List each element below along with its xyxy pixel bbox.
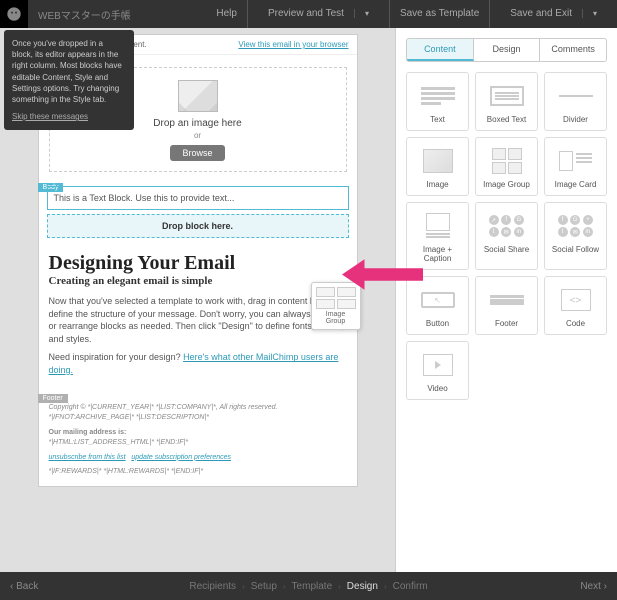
- chevron-down-icon: ▾: [354, 9, 379, 18]
- block-footer[interactable]: Footer: [475, 276, 538, 335]
- email-heading: Designing Your Email: [49, 252, 347, 275]
- block-image[interactable]: Image: [406, 137, 469, 196]
- view-in-browser-link[interactable]: View this email in your browser: [238, 40, 348, 49]
- document-title: WEBマスターの手帳: [28, 7, 131, 22]
- browse-button[interactable]: Browse: [170, 145, 224, 161]
- mailchimp-logo[interactable]: [0, 0, 28, 28]
- top-bar: WEBマスターの手帳 Help Preview and Test▾ Save a…: [0, 0, 617, 28]
- footer-block[interactable]: Copyright © *|CURRENT_YEAR|* *|LIST:COMP…: [39, 395, 357, 486]
- monkey-icon: [6, 6, 22, 22]
- skip-messages-link[interactable]: Skip these messages: [12, 111, 126, 122]
- step-design[interactable]: Design: [347, 581, 378, 592]
- blocks-palette: Text Boxed Text Divider Image Image Grou…: [406, 72, 607, 400]
- text-block[interactable]: This is a Text Block. Use this to provid…: [47, 186, 349, 210]
- block-social-share[interactable]: ↗fGt✉inSocial Share: [475, 202, 538, 270]
- tab-design[interactable]: Design: [474, 39, 541, 61]
- save-template-link[interactable]: Save as Template: [389, 0, 489, 28]
- image-placeholder-icon: [178, 80, 218, 112]
- next-button[interactable]: Next ›: [580, 581, 607, 592]
- panel-tabs: Content Design Comments: [406, 38, 607, 62]
- content-block[interactable]: Designing Your Email Creating an elegant…: [39, 242, 357, 395]
- tab-comments[interactable]: Comments: [540, 39, 606, 61]
- tab-content[interactable]: Content: [407, 39, 474, 61]
- preview-test-menu[interactable]: Preview and Test▾: [247, 0, 389, 28]
- chevron-down-icon: ▾: [582, 9, 607, 18]
- block-divider[interactable]: Divider: [544, 72, 607, 131]
- drop-zone[interactable]: Drop block here.: [47, 214, 349, 238]
- wizard-steps: Recipients› Setup› Template› Design› Con…: [189, 581, 427, 592]
- instruction-arrow-icon: [335, 252, 430, 300]
- block-video[interactable]: Video: [406, 341, 469, 400]
- email-subheading: Creating an elegant email is simple: [49, 275, 347, 287]
- onboarding-tooltip: Once you've dropped in a block, its edit…: [4, 30, 134, 130]
- block-text[interactable]: Text: [406, 72, 469, 131]
- step-template[interactable]: Template: [292, 581, 333, 592]
- editor-panel: Content Design Comments Text Boxed Text …: [395, 28, 617, 572]
- block-boxed-text[interactable]: Boxed Text: [475, 72, 538, 131]
- step-confirm[interactable]: Confirm: [393, 581, 428, 592]
- block-image-card[interactable]: Image Card: [544, 137, 607, 196]
- block-code[interactable]: <>Code: [544, 276, 607, 335]
- block-image-group[interactable]: Image Group: [475, 137, 538, 196]
- unsubscribe-link[interactable]: unsubscribe from this list: [49, 454, 126, 461]
- help-link[interactable]: Help: [206, 0, 247, 28]
- step-setup[interactable]: Setup: [251, 581, 277, 592]
- block-social-follow[interactable]: fG+t✉inSocial Follow: [544, 202, 607, 270]
- save-exit-menu[interactable]: Save and Exit▾: [489, 0, 617, 28]
- back-button[interactable]: ‹ Back: [10, 581, 38, 592]
- update-prefs-link[interactable]: update subscription preferences: [131, 454, 231, 461]
- bottom-bar: ‹ Back Recipients› Setup› Template› Desi…: [0, 572, 617, 600]
- step-recipients[interactable]: Recipients: [189, 581, 236, 592]
- top-actions: Help Preview and Test▾ Save as Template …: [206, 0, 617, 28]
